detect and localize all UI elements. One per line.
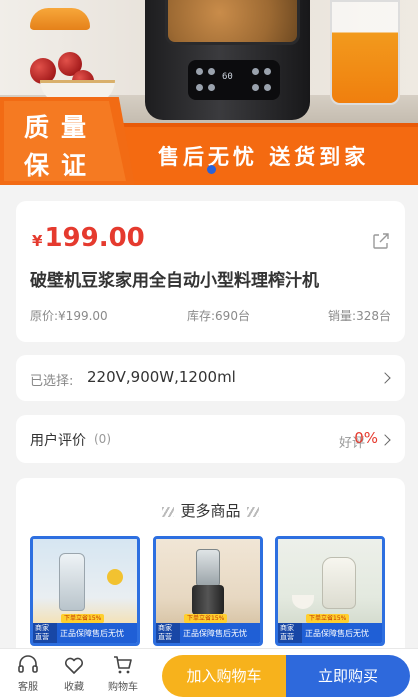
discount-ribbon: 下单立省15% (61, 614, 105, 623)
blender-jar-image (165, 0, 300, 45)
guarantee-text: 正品保障售后无忧 (305, 629, 369, 638)
spec-selector-value: 220V,900W,1200ml (87, 368, 236, 386)
sales-count: 销量:328台 (328, 309, 391, 323)
bottom-action-bar: 客服 收藏 购物车 加入购物车 立即购买 (0, 648, 418, 699)
direct-sale-tag: 商家直营 (156, 623, 180, 643)
share-icon[interactable] (371, 231, 391, 251)
price-card: ¥199.00 破壁机豆浆家用全自动小型料理榨汁机 原价:¥199.00 库存:… (16, 201, 405, 342)
service-label: 客服 (18, 682, 38, 693)
direct-sale-tag: 商家直营 (33, 623, 57, 643)
product-thumbnail[interactable]: 下单立省15% 商家直营 正品保障售后无忧 (153, 536, 263, 646)
direct-sale-tag: 商家直营 (278, 623, 302, 643)
add-to-cart-button[interactable]: 加入购物车 (162, 655, 286, 697)
more-products-title: 更多商品 (180, 502, 241, 520)
product-thumbnail[interactable]: 下单立省15% 商家直营 正品保障售后无忧 (275, 536, 385, 646)
discount-ribbon: 下单立省15% (306, 614, 350, 623)
product-banner[interactable]: 60 质量 保证 售后无忧 送货到家 (0, 0, 418, 185)
reviews-label: 用户评价 (30, 433, 86, 449)
favorite-label: 收藏 (64, 682, 84, 693)
buy-now-button[interactable]: 立即购买 (286, 655, 410, 697)
blender-display: 60 (222, 72, 233, 82)
heart-icon (64, 657, 84, 674)
price-value: 199.00 (44, 223, 145, 253)
stock-count: 库存:690台 (187, 309, 250, 323)
product-image (156, 539, 260, 623)
cart-tab[interactable]: 购物车 (103, 653, 143, 693)
badge-text-line1: 质量 (24, 113, 99, 142)
decoration-right-icon (246, 506, 259, 517)
original-price: 原价:¥199.00 (30, 309, 108, 323)
decoration-left-icon (162, 506, 175, 517)
spec-selector[interactable]: 已选择: 220V,900W,1200ml (16, 355, 405, 401)
more-products-heading: 更多商品 (16, 500, 405, 521)
shopping-cart-icon (114, 656, 132, 674)
reviews-row[interactable]: 用户评价 (0) 好评 0% (16, 415, 405, 463)
good-rate-value: 0% (354, 429, 378, 447)
discount-ribbon: 下单立省15% (184, 614, 228, 623)
blender-control-panel: 60 (188, 60, 280, 100)
guarantee-text: 正品保障售后无忧 (60, 629, 124, 638)
product-image (33, 539, 137, 623)
service-tab[interactable]: 客服 (8, 653, 48, 693)
currency-symbol: ¥ (32, 232, 43, 250)
chevron-right-icon (379, 372, 391, 384)
reviews-count: (0) (94, 432, 111, 446)
spec-selector-label: 已选择: (30, 374, 74, 389)
product-thumbnail[interactable]: 下单立省15% 商家直营 正品保障售后无忧 (30, 536, 140, 646)
product-title: 破壁机豆浆家用全自动小型料理榨汁机 (30, 271, 319, 291)
banner-slogan: 售后无忧 送货到家 (158, 145, 370, 169)
guarantee-text: 正品保障售后无忧 (183, 629, 247, 638)
product-image (278, 539, 382, 623)
carousel-indicator[interactable] (207, 165, 216, 174)
chevron-right-icon (379, 434, 391, 446)
product-price: ¥199.00 (32, 223, 145, 253)
orange-image (30, 8, 90, 30)
cart-label: 购物车 (108, 682, 138, 693)
favorite-tab[interactable]: 收藏 (54, 653, 94, 693)
juice-glass-image (330, 0, 400, 105)
headset-icon (18, 655, 38, 673)
badge-text-line2: 保证 (24, 151, 99, 180)
